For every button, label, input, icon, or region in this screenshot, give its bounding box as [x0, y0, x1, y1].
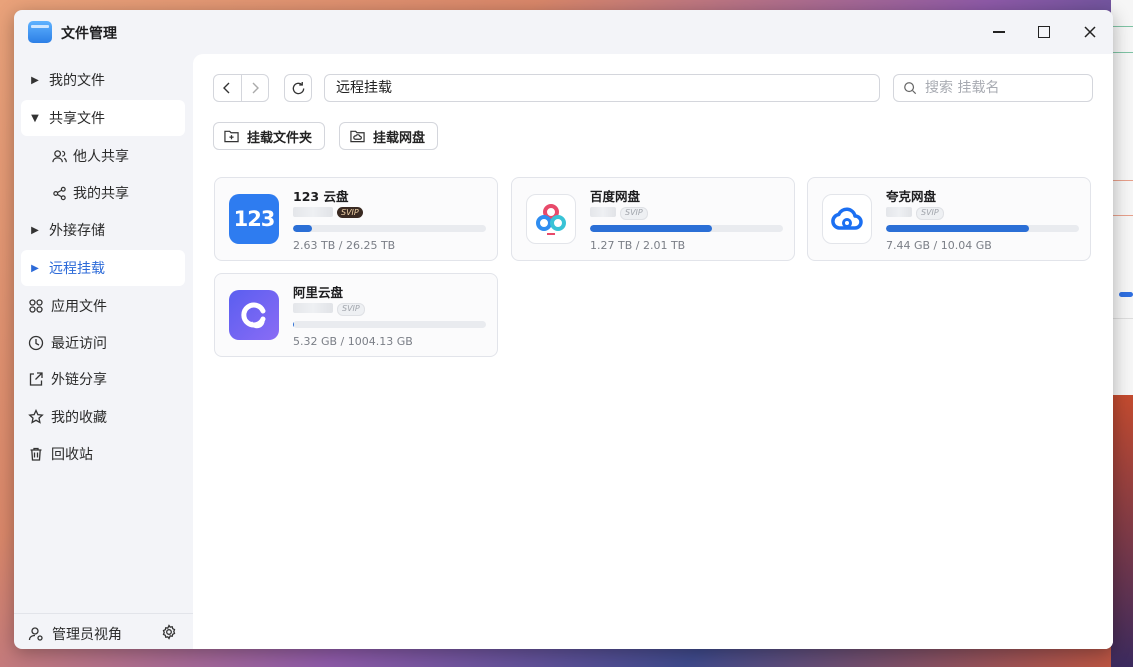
vip-badge: SVIP — [337, 207, 363, 218]
path-bar[interactable]: 远程挂载 — [324, 74, 880, 102]
sidebar-item-shared-files[interactable]: ▼ 共享文件 — [21, 100, 185, 136]
sidebar-item-trash[interactable]: 回收站 — [21, 436, 185, 472]
refresh-button[interactable] — [284, 74, 312, 102]
mount-card-quark[interactable]: 夸克网盘 SVIP 7.44 GB / 10.04 GB — [807, 177, 1091, 261]
close-button[interactable] — [1080, 22, 1100, 42]
users-icon — [45, 149, 73, 164]
title-bar: 文件管理 — [14, 10, 1113, 54]
storage-progress-bar — [886, 225, 1079, 232]
folder-plus-icon — [224, 129, 239, 143]
sidebar-item-external-storage[interactable]: ▶ 外接存储 — [21, 212, 185, 248]
background-window-edge — [1111, 0, 1133, 667]
apps-icon — [21, 298, 51, 314]
mount-card-aliyun[interactable]: 阿里云盘 SVIP 5.32 GB / 1004.13 GB — [214, 273, 498, 357]
admin-user-icon — [28, 626, 44, 642]
sidebar: ▶ 我的文件 ▼ 共享文件 他人共享 我的共享 ▶ 外接存储 ▶ 远程挂载 应用… — [14, 54, 193, 649]
star-icon — [21, 409, 51, 425]
account-name-blurred — [590, 207, 616, 217]
back-button[interactable] — [214, 75, 241, 101]
maximize-button[interactable] — [1034, 22, 1054, 42]
vip-badge: SVIP — [337, 303, 365, 316]
search-icon — [904, 82, 917, 95]
forward-button[interactable] — [242, 75, 269, 101]
sidebar-item-external-links[interactable]: 外链分享 — [21, 361, 185, 397]
account-name-blurred — [293, 303, 333, 313]
clock-icon — [21, 335, 51, 351]
admin-view-button[interactable]: 管理员视角 — [28, 624, 122, 644]
chevron-left-icon — [223, 82, 230, 94]
quark-cloud-logo-icon — [822, 194, 872, 244]
baidu-netdisk-logo-icon — [526, 194, 576, 244]
mount-folder-button[interactable]: 挂载文件夹 — [213, 122, 326, 150]
nav-button-group — [213, 74, 269, 102]
vip-badge: SVIP — [916, 207, 944, 220]
storage-progress-bar — [293, 321, 486, 328]
chevron-right-icon — [252, 82, 259, 94]
refresh-icon — [292, 81, 304, 94]
settings-gear-icon[interactable] — [161, 624, 177, 644]
aliyun-drive-logo-icon — [229, 290, 279, 340]
sidebar-item-recent[interactable]: 最近访问 — [21, 325, 185, 361]
search-box[interactable] — [893, 74, 1093, 102]
sidebar-item-remote-mount[interactable]: ▶ 远程挂载 — [21, 250, 185, 286]
storage-progress-bar — [590, 225, 783, 232]
share-icon — [45, 186, 73, 201]
main-content: 远程挂载 挂载文件夹 挂载网盘 123 123 云盘 SVIP — [193, 54, 1113, 649]
trash-icon — [21, 446, 51, 462]
mount-netdisk-button[interactable]: 挂载网盘 — [339, 122, 439, 150]
search-input[interactable] — [923, 79, 1087, 97]
caret-right-icon: ▶ — [31, 224, 39, 236]
mount-card-baidu[interactable]: 百度网盘 SVIP 1.27 TB / 2.01 TB — [511, 177, 795, 261]
storage-progress-bar — [293, 225, 486, 232]
123pan-logo-icon: 123 — [229, 194, 279, 244]
folder-app-icon — [28, 21, 52, 43]
link-share-icon — [21, 371, 51, 387]
mount-card-123pan[interactable]: 123 123 云盘 SVIP 2.63 TB / 26.25 TB — [214, 177, 498, 261]
window-title: 文件管理 — [61, 26, 117, 42]
caret-right-icon: ▶ — [31, 74, 39, 86]
caret-down-icon: ▼ — [31, 112, 39, 124]
vip-badge: SVIP — [620, 207, 648, 220]
sidebar-footer: 管理员视角 — [14, 613, 193, 649]
sidebar-item-my-files[interactable]: ▶ 我的文件 — [21, 62, 185, 98]
account-name-blurred — [886, 207, 912, 217]
sidebar-item-shared-with-me[interactable]: 他人共享 — [21, 138, 185, 174]
minimize-button[interactable] — [989, 22, 1009, 42]
sidebar-item-app-files[interactable]: 应用文件 — [21, 288, 185, 324]
file-manager-window: 文件管理 ▶ 我的文件 ▼ 共享文件 他人共享 我的共享 ▶ 外接存储 ▶ 远程… — [14, 10, 1113, 649]
cloud-folder-icon — [350, 129, 365, 143]
sidebar-item-favorites[interactable]: 我的收藏 — [21, 399, 185, 435]
caret-right-icon: ▶ — [31, 262, 39, 274]
account-name-blurred — [293, 207, 333, 217]
sidebar-item-my-shares[interactable]: 我的共享 — [21, 175, 185, 211]
